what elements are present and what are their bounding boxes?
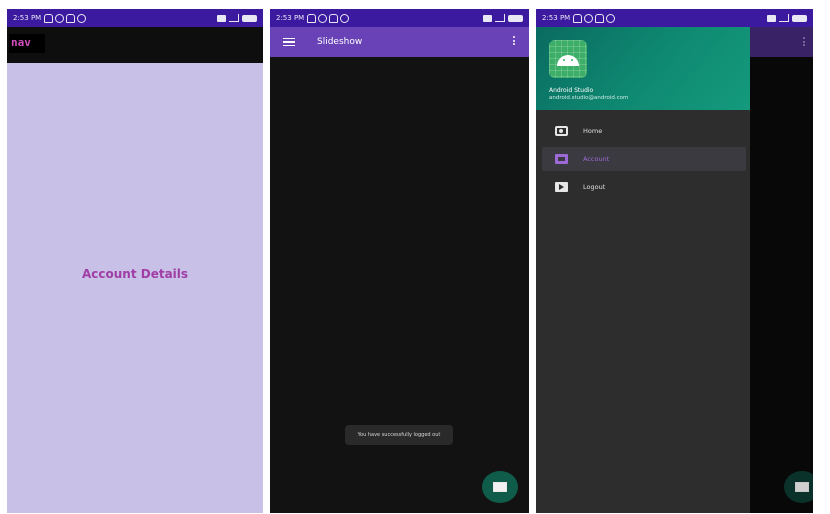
navigation-drawer: Android Studio android.studio@android.co… — [536, 27, 750, 513]
status-time: 2:53 PM — [13, 14, 42, 22]
app-bar: Slideshow — [270, 27, 529, 57]
drawer-item-label: Account — [583, 155, 610, 163]
camera-icon — [555, 126, 568, 136]
drawer-item-logout[interactable]: Logout — [542, 175, 746, 199]
slideshow-icon — [555, 182, 568, 192]
app-notification-icon — [606, 13, 616, 23]
account-details-text: Account Details — [81, 267, 189, 281]
app-notification-icon — [77, 13, 87, 23]
battery-icon — [242, 14, 257, 22]
battery-icon — [508, 14, 523, 22]
app-bar-dimmed — [750, 27, 813, 57]
top-bar: nav — [7, 27, 263, 63]
network-badge-icon — [217, 14, 226, 22]
app-notification-icon — [55, 13, 65, 23]
signal-icon — [495, 14, 505, 22]
mail-icon — [493, 482, 507, 492]
app-notification-icon — [318, 13, 328, 23]
gmail-icon — [595, 13, 605, 23]
gallery-icon — [555, 154, 568, 164]
drawer-item-label: Home — [583, 127, 603, 135]
mail-icon — [795, 482, 809, 492]
headset-icon — [573, 13, 583, 23]
mail-fab-button — [784, 471, 813, 503]
status-bar: 2:53 PM — [270, 9, 529, 27]
gmail-icon — [66, 13, 76, 23]
status-bar: 2:53 PM — [536, 9, 813, 27]
network-badge-icon — [767, 14, 776, 22]
drawer-item-home[interactable]: Home — [542, 119, 746, 143]
drawer-header: Android Studio android.studio@android.co… — [536, 27, 750, 110]
header-email: android.studio@android.com — [549, 95, 629, 101]
drawer-scrim[interactable] — [750, 57, 813, 513]
gmail-icon — [329, 13, 339, 23]
app-notification-icon — [340, 13, 350, 23]
status-time: 2:53 PM — [542, 14, 571, 22]
phone-screen-drawer: 2:53 PM Android Studio android.studio@an… — [536, 9, 813, 513]
signal-icon — [779, 14, 789, 22]
status-bar: 2:53 PM — [7, 9, 263, 27]
drawer-item-account[interactable]: Account — [542, 147, 746, 171]
phone-screen-slideshow: 2:53 PM Slideshow You have successfully … — [270, 9, 529, 513]
status-time: 2:53 PM — [276, 14, 305, 22]
headset-icon — [44, 13, 54, 23]
toast-message: You have successfully logged out — [345, 425, 453, 445]
drawer-item-label: Logout — [583, 183, 606, 191]
signal-icon — [229, 14, 239, 22]
overflow-menu-icon — [803, 37, 805, 46]
network-badge-icon — [483, 14, 492, 22]
headset-icon — [307, 13, 317, 23]
phone-screen-account: 2:53 PM nav Account Details — [7, 9, 263, 513]
nav-label[interactable]: nav — [9, 34, 45, 53]
hamburger-menu-icon[interactable] — [283, 37, 295, 47]
header-name: Android Studio — [549, 87, 594, 94]
app-bar-title: Slideshow — [317, 37, 363, 47]
android-logo-icon — [549, 40, 587, 78]
battery-icon — [792, 14, 807, 22]
overflow-menu-icon[interactable] — [513, 36, 515, 45]
mail-fab-button[interactable] — [482, 471, 518, 503]
app-notification-icon — [584, 13, 594, 23]
